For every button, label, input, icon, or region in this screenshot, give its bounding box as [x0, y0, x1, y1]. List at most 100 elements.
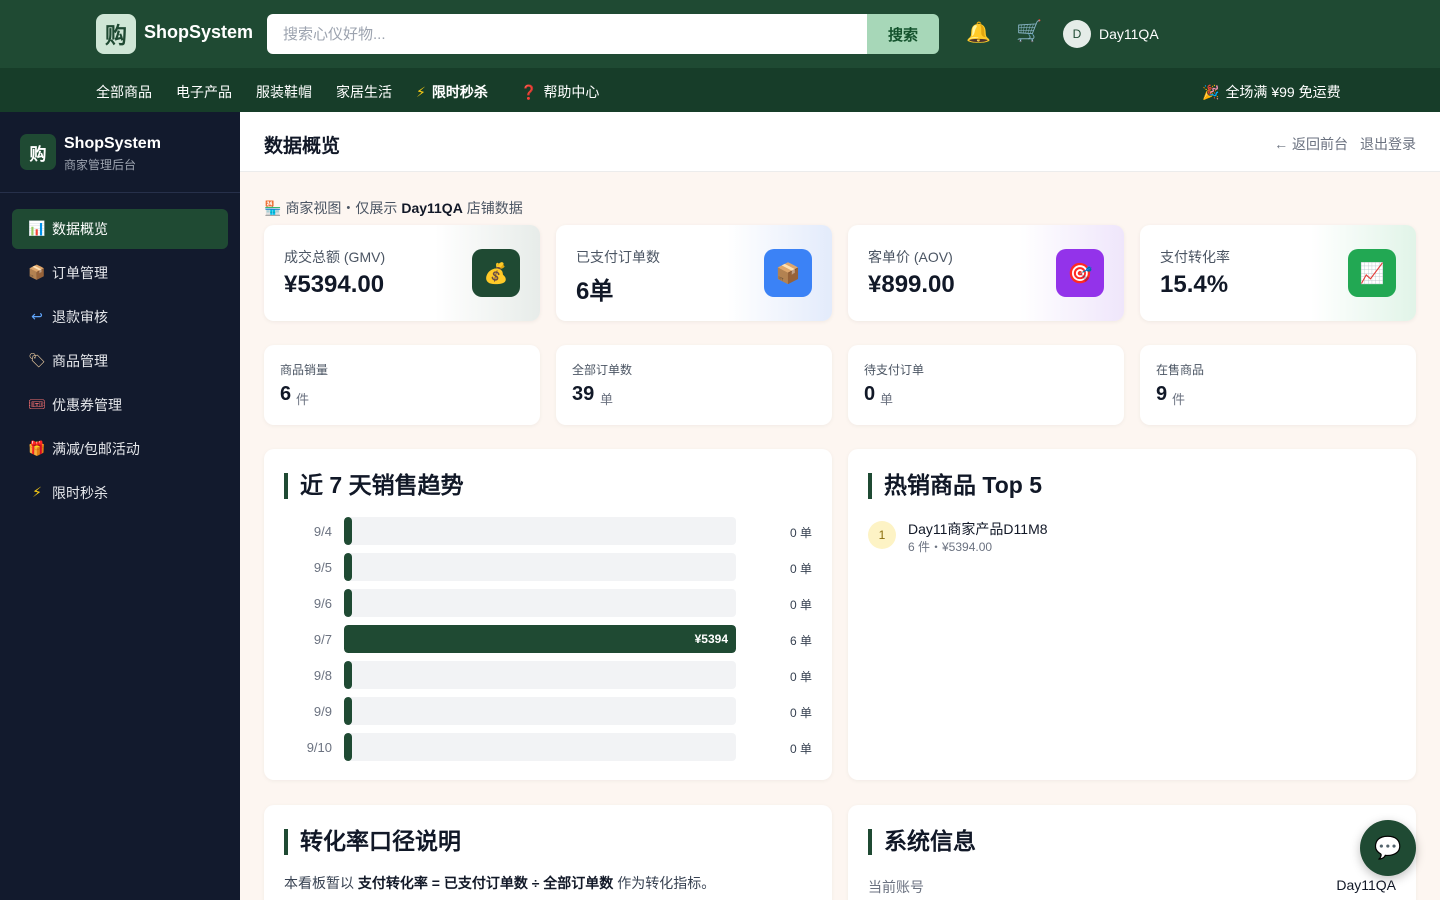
sidebar: 购 ShopSystem 商家管理后台 📊 数据概览 📦 订单管理 ↩ 退款审核 🏷 商… [0, 112, 240, 900]
trend-row: 9/4 0 单 [264, 517, 832, 545]
ticket-icon: 🎟 [28, 397, 46, 413]
sidebar-item-orders[interactable]: 📦 订单管理 [12, 253, 228, 293]
conversion-text-pre: 本看板暂以 [284, 875, 354, 891]
search-button[interactable]: 搜索 [867, 14, 939, 54]
top-header: 购 ShopSystem 搜索 🔔 🛒 D Day11QA [0, 0, 1440, 68]
trend-bar-track [344, 733, 736, 761]
gift-icon: 🎁 [28, 441, 46, 457]
nav-label: 限时秒杀 [431, 84, 488, 100]
username[interactable]: Day11QA [1099, 26, 1159, 42]
top-product-name[interactable]: Day11商家产品D11M8 [908, 519, 1048, 539]
trend-bar [344, 517, 352, 545]
conversion-formula: 支付转化率 = 已支付订单数 ÷ 全部订单数 [357, 875, 614, 891]
top-products-panel: 热销商品 Top 5 1 Day11商家产品D11M8 6 件・¥5394.00 [848, 449, 1416, 780]
chart-icon: 📊 [28, 221, 46, 237]
trend-bar [344, 553, 352, 581]
cart-icon[interactable]: 🛒 [1016, 19, 1042, 44]
bell-icon[interactable]: 🔔 [966, 20, 991, 44]
trend-bar [344, 733, 352, 761]
stat-card-units-sold: 商品销量 6 件 [264, 345, 540, 425]
trend-date-label: 9/7 [313, 632, 332, 647]
nav-flash-sale[interactable]: ⚡ 限时秒杀 [416, 82, 488, 102]
lightning-icon: ⚡ [32, 485, 42, 501]
nav-electronics[interactable]: 电子产品 [176, 82, 232, 102]
trend-order-count: 0 单 [789, 526, 812, 540]
sidebar-item-label: 数据概览 [52, 221, 108, 237]
sidebar-logo-icon: 购 [20, 134, 56, 170]
trend-row: 9/7 ¥5394 6 单 [264, 625, 832, 653]
nav-label: 全部商品 [96, 84, 152, 100]
stat-card-pending-orders: 待支付订单 0 单 [848, 345, 1124, 425]
trend-order-count: 6 单 [789, 634, 812, 648]
sidebar-item-label: 限时秒杀 [52, 485, 108, 501]
question-icon: ❓ [520, 85, 538, 101]
package-icon: 📦 [764, 249, 812, 297]
kpi-value: 6单 [576, 278, 614, 305]
trend-bar-track [344, 589, 736, 617]
top-product-meta: 6 件・¥5394.00 [908, 540, 993, 554]
sidebar-item-refunds[interactable]: ↩ 退款审核 [12, 297, 228, 337]
panel-title: 系统信息 [868, 829, 976, 855]
sidebar-item-label: 退款审核 [52, 309, 108, 325]
trend-order-count: 0 单 [789, 670, 812, 684]
logout-link[interactable]: 退出登录 [1360, 134, 1416, 154]
conversion-info-panel: 转化率口径说明 本看板暂以 支付转化率 = 已支付订单数 ÷ 全部订单数 作为转… [264, 805, 832, 900]
trend-order-count: 0 单 [789, 562, 812, 576]
chat-bubble-icon[interactable]: 💬 [1360, 820, 1416, 876]
trend-date-label: 9/8 [313, 668, 332, 683]
trend-bar-track: ¥5394 [344, 625, 736, 653]
stat-value: 0 [864, 383, 876, 405]
nav-home-living[interactable]: 家居生活 [336, 82, 392, 102]
kpi-card-paid-orders: 已支付订单数 6单 📦 [556, 225, 832, 321]
brand-name[interactable]: ShopSystem [144, 22, 253, 43]
kpi-value: ¥5394.00 [284, 271, 385, 298]
kpi-label: 成交总额 (GMV) [284, 249, 386, 265]
kpi-label: 已支付订单数 [576, 249, 660, 265]
nav-apparel[interactable]: 服装鞋帽 [256, 82, 312, 102]
nav-help-center[interactable]: ❓ 帮助中心 [520, 82, 599, 102]
kpi-label: 客单价 (AOV) [868, 249, 953, 265]
promo-text: 全场满 ¥99 免运费 [1225, 84, 1341, 100]
sidebar-item-coupons[interactable]: 🎟 优惠券管理 [12, 385, 228, 425]
logo-icon[interactable]: 购 [96, 14, 136, 54]
stat-value: 39 [572, 383, 595, 405]
stat-value: 6 [280, 383, 292, 405]
sidebar-item-label: 满减/包邮活动 [52, 441, 140, 457]
scope-store: Day11QA [401, 200, 463, 216]
stat-card-all-orders: 全部订单数 39 单 [556, 345, 832, 425]
sidebar-item-flash-sale[interactable]: ⚡ 限时秒杀 [12, 473, 228, 513]
search-input[interactable] [267, 14, 867, 54]
promo-banner: 🎉 全场满 ¥99 免运费 [1202, 82, 1341, 102]
trend-date-label: 9/9 [313, 704, 332, 719]
nav-label: 电子产品 [176, 84, 232, 100]
nav-label: 家居生活 [336, 84, 392, 100]
trend-bar [344, 589, 352, 617]
trend-order-count: 0 单 [789, 598, 812, 612]
trend-order-count: 0 单 [789, 706, 812, 720]
panel-title: 转化率口径说明 [284, 829, 461, 855]
return-arrow-icon: ↩ [31, 309, 43, 325]
sidebar-divider [0, 192, 240, 193]
trend-amount-label: ¥5394 [694, 632, 728, 646]
trend-row: 9/6 0 单 [264, 589, 832, 617]
trend-bar-track [344, 517, 736, 545]
main-header: 数据概览 ← 返回前台 退出登录 [240, 112, 1440, 172]
conversion-text-post: 作为转化指标。 [617, 875, 716, 891]
trend-date-label: 9/10 [306, 740, 332, 755]
sidebar-item-products[interactable]: 🏷 商品管理 [12, 341, 228, 381]
trend-bar-track [344, 661, 736, 689]
system-info-panel: 系统信息 当前账号 Day11QA [848, 805, 1416, 900]
sidebar-item-promotions[interactable]: 🎁 满减/包邮活动 [12, 429, 228, 469]
panel-title: 热销商品 Top 5 [868, 473, 1042, 499]
nav-all-products[interactable]: 全部商品 [96, 82, 152, 102]
sidebar-item-overview[interactable]: 📊 数据概览 [12, 209, 228, 249]
avatar[interactable]: D [1063, 20, 1091, 48]
party-icon: 🎉 [1202, 85, 1220, 101]
trend-date-label: 9/6 [313, 596, 332, 611]
account-value: Day11QA [1336, 877, 1396, 893]
stat-label: 全部订单数 [572, 363, 633, 377]
page-title: 数据概览 [264, 136, 341, 157]
sidebar-subtitle: 商家管理后台 [64, 158, 137, 172]
kpi-label: 支付转化率 [1160, 249, 1230, 265]
back-to-storefront-link[interactable]: ← 返回前台 [1274, 134, 1348, 154]
